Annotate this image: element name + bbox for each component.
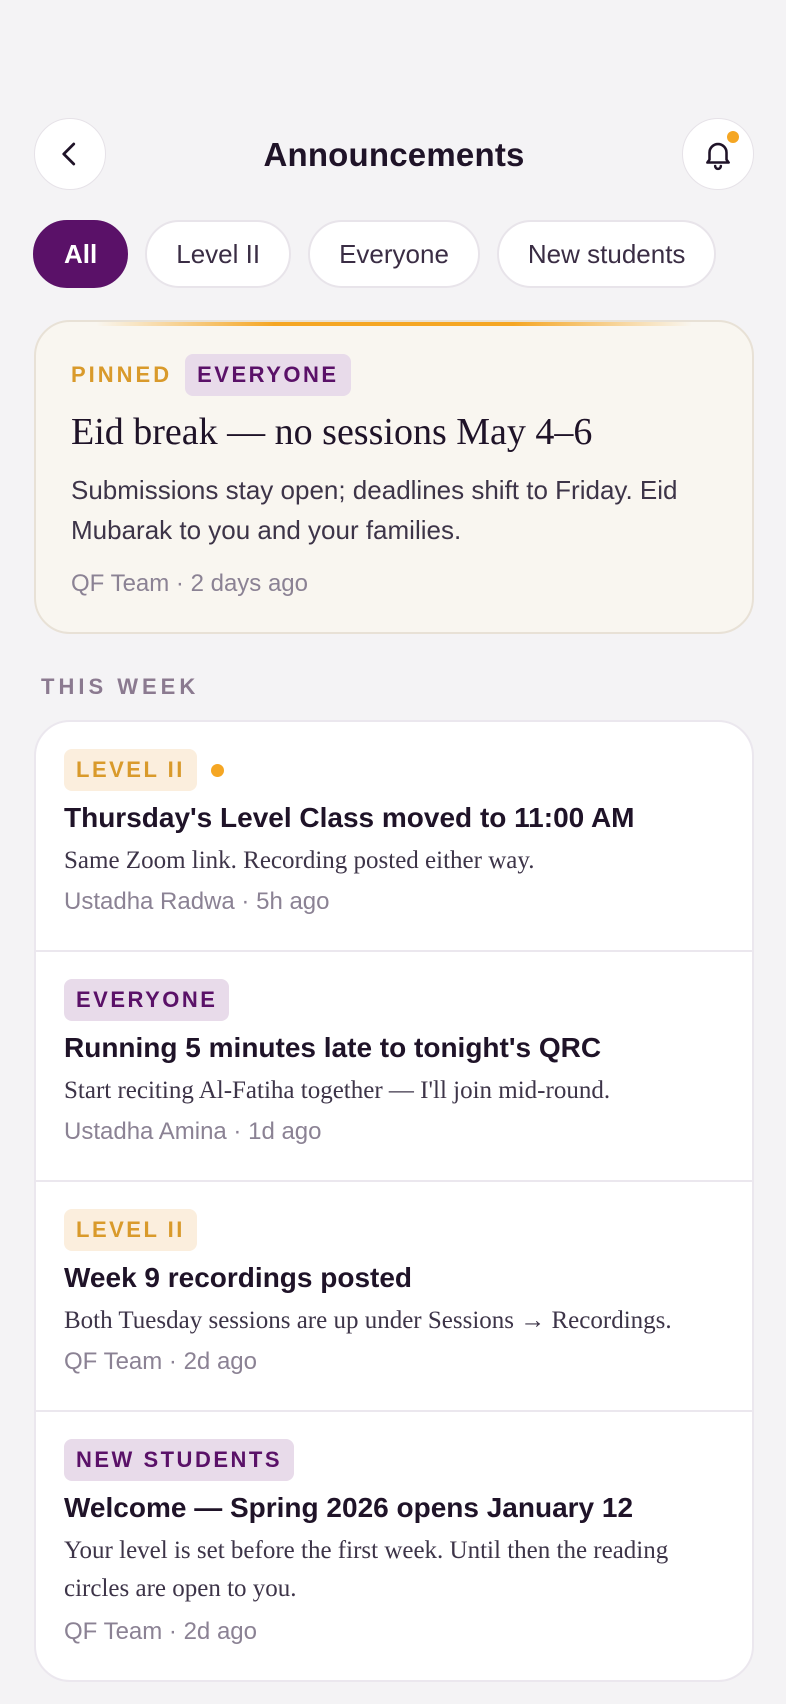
item-tags: NEW STUDENTS	[64, 1439, 726, 1481]
unread-indicator-dot	[727, 131, 739, 143]
item-meta: QF Team · 2d ago	[64, 1348, 257, 1375]
item-tags: EVERYONE	[64, 979, 726, 1021]
pinned-meta: QF Team · 2 days ago	[71, 570, 308, 597]
audience-filter-bar: All Level II Everyone New students	[33, 220, 717, 288]
list-item[interactable]: EVERYONE Running 5 minutes late to tonig…	[36, 952, 752, 1182]
item-tags: LEVEL II	[64, 749, 726, 791]
announcements-list: LEVEL II Thursday's Level Class moved to…	[34, 720, 754, 1682]
unread-dot	[210, 763, 224, 777]
audience-badge: LEVEL II	[64, 749, 197, 791]
item-meta: Ustadha Radwa · 5h ago	[64, 888, 330, 915]
item-title: Thursday's Level Class moved to 11:00 AM	[64, 802, 635, 833]
pinned-label: PINNED	[71, 362, 173, 387]
pinned-title: Eid break — no sessions May 4–6	[71, 411, 593, 453]
filter-chip-level-ii[interactable]: Level II	[145, 220, 292, 288]
item-tags: LEVEL II	[64, 1209, 726, 1251]
notifications-button[interactable]	[682, 118, 754, 190]
app-header: Announcements	[34, 118, 754, 192]
section-label-this-week: THIS WEEK	[41, 674, 200, 699]
pinned-body: Submissions stay open; deadlines shift t…	[71, 475, 678, 545]
filter-chip-all[interactable]: All	[33, 220, 129, 288]
page-title: Announcements	[263, 136, 525, 173]
audience-badge: LEVEL II	[64, 1209, 197, 1251]
item-title: Running 5 minutes late to tonight's QRC	[64, 1032, 602, 1063]
pinned-announcement-card[interactable]: PINNED EVERYONE Eid break — no sessions …	[34, 320, 754, 634]
item-body: Same Zoom link. Recording posted either …	[64, 847, 535, 874]
item-body: Your level is set before the first week.…	[64, 1537, 669, 1602]
item-meta: QF Team · 2d ago	[64, 1618, 257, 1645]
item-title: Week 9 recordings posted	[64, 1262, 413, 1293]
audience-badge: EVERYONE	[64, 979, 230, 1021]
filter-chip-everyone[interactable]: Everyone	[308, 220, 480, 288]
pinned-accent-line	[96, 322, 692, 326]
item-title: Welcome — Spring 2026 opens January 12	[64, 1492, 634, 1523]
list-item[interactable]: LEVEL II Week 9 recordings posted Both T…	[36, 1182, 752, 1412]
audience-badge: NEW STUDENTS	[64, 1439, 294, 1481]
filter-chip-new-students[interactable]: New students	[496, 220, 717, 288]
pinned-tags: PINNED EVERYONE	[71, 354, 351, 396]
item-body: Both Tuesday sessions are up under Sessi…	[64, 1307, 672, 1334]
list-item[interactable]: NEW STUDENTS Welcome — Spring 2026 opens…	[36, 1412, 752, 1680]
list-item[interactable]: LEVEL II Thursday's Level Class moved to…	[36, 722, 752, 952]
item-body: Start reciting Al-Fatiha together — I'll…	[64, 1077, 611, 1104]
item-meta: Ustadha Amina · 1d ago	[64, 1118, 322, 1145]
audience-badge: EVERYONE	[185, 354, 351, 396]
